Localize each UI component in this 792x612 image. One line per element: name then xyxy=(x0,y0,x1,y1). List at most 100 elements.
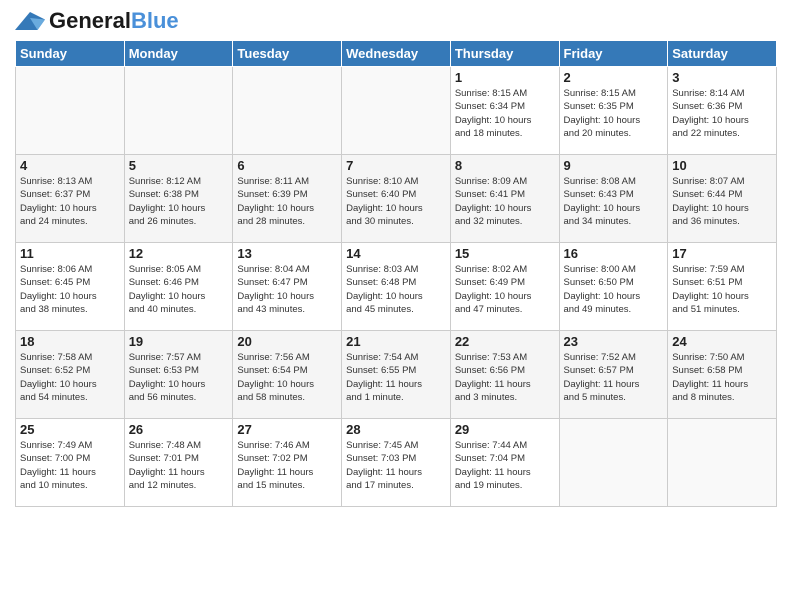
calendar-cell: 27 Sunrise: 7:46 AMSunset: 7:02 PMDayligh… xyxy=(233,419,342,507)
day-info: Sunrise: 7:57 AMSunset: 6:53 PMDaylight:… xyxy=(129,351,229,404)
day-info: Sunrise: 7:54 AMSunset: 6:55 PMDaylight:… xyxy=(346,351,446,404)
day-info: Sunrise: 7:56 AMSunset: 6:54 PMDaylight:… xyxy=(237,351,337,404)
day-number: 11 xyxy=(20,246,120,261)
day-number: 5 xyxy=(129,158,229,173)
day-number: 24 xyxy=(672,334,772,349)
logo-icon xyxy=(15,12,45,30)
calendar-cell: 5 Sunrise: 8:12 AMSunset: 6:38 PMDaylight… xyxy=(124,155,233,243)
calendar-cell: 6 Sunrise: 8:11 AMSunset: 6:39 PMDaylight… xyxy=(233,155,342,243)
day-number: 26 xyxy=(129,422,229,437)
day-info: Sunrise: 7:50 AMSunset: 6:58 PMDaylight:… xyxy=(672,351,772,404)
calendar-cell: 9 Sunrise: 8:08 AMSunset: 6:43 PMDaylight… xyxy=(559,155,668,243)
calendar-cell: 7 Sunrise: 8:10 AMSunset: 6:40 PMDaylight… xyxy=(342,155,451,243)
day-info: Sunrise: 8:06 AMSunset: 6:45 PMDaylight:… xyxy=(20,263,120,316)
calendar-cell: 19 Sunrise: 7:57 AMSunset: 6:53 PMDayligh… xyxy=(124,331,233,419)
weekday-header-row: SundayMondayTuesdayWednesdayThursdayFrid… xyxy=(16,41,777,67)
day-number: 2 xyxy=(564,70,664,85)
calendar-cell: 20Sunrise: 7:56 AMSunset: 6:54 PMDayligh… xyxy=(233,331,342,419)
day-number: 21 xyxy=(346,334,446,349)
day-info: Sunrise: 7:45 AMSunset: 7:03 PMDaylight:… xyxy=(346,439,446,492)
calendar-cell: 11 Sunrise: 8:06 AMSunset: 6:45 PMDayligh… xyxy=(16,243,125,331)
logo-blue: Blue xyxy=(131,8,179,33)
day-info: Sunrise: 8:09 AMSunset: 6:41 PMDaylight:… xyxy=(455,175,555,228)
calendar-cell xyxy=(124,67,233,155)
weekday-header-saturday: Saturday xyxy=(668,41,777,67)
calendar-cell: 16 Sunrise: 8:00 AMSunset: 6:50 PMDayligh… xyxy=(559,243,668,331)
calendar-cell: 10 Sunrise: 8:07 AMSunset: 6:44 PMDayligh… xyxy=(668,155,777,243)
day-number: 17 xyxy=(672,246,772,261)
day-number: 7 xyxy=(346,158,446,173)
day-info: Sunrise: 8:02 AMSunset: 6:49 PMDaylight:… xyxy=(455,263,555,316)
day-info: Sunrise: 7:59 AMSunset: 6:51 PMDaylight:… xyxy=(672,263,772,316)
calendar-cell xyxy=(668,419,777,507)
day-number: 29 xyxy=(455,422,555,437)
calendar-cell: 24 Sunrise: 7:50 AMSunset: 6:58 PMDayligh… xyxy=(668,331,777,419)
day-info: Sunrise: 8:15 AMSunset: 6:34 PMDaylight:… xyxy=(455,87,555,140)
day-number: 10 xyxy=(672,158,772,173)
calendar-cell: 4Sunrise: 8:13 AMSunset: 6:37 PMDaylight… xyxy=(16,155,125,243)
calendar-cell: 12 Sunrise: 8:05 AMSunset: 6:46 PMDayligh… xyxy=(124,243,233,331)
weekday-header-sunday: Sunday xyxy=(16,41,125,67)
week-row-1: 1 Sunrise: 8:15 AMSunset: 6:34 PMDaylight… xyxy=(16,67,777,155)
calendar-cell: 29Sunrise: 7:44 AMSunset: 7:04 PMDayligh… xyxy=(450,419,559,507)
calendar-cell: 17 Sunrise: 7:59 AMSunset: 6:51 PMDayligh… xyxy=(668,243,777,331)
header: GeneralBlue xyxy=(15,10,777,32)
day-number: 15 xyxy=(455,246,555,261)
day-number: 9 xyxy=(564,158,664,173)
week-row-5: 25Sunrise: 7:49 AMSunset: 7:00 PMDayligh… xyxy=(16,419,777,507)
calendar-cell: 22 Sunrise: 7:53 AMSunset: 6:56 PMDayligh… xyxy=(450,331,559,419)
day-number: 23 xyxy=(564,334,664,349)
logo-text: GeneralBlue xyxy=(49,10,179,32)
day-number: 18 xyxy=(20,334,120,349)
calendar-cell xyxy=(342,67,451,155)
day-number: 6 xyxy=(237,158,337,173)
calendar-cell: 14Sunrise: 8:03 AMSunset: 6:48 PMDayligh… xyxy=(342,243,451,331)
weekday-header-wednesday: Wednesday xyxy=(342,41,451,67)
calendar-cell: 26 Sunrise: 7:48 AMSunset: 7:01 PMDayligh… xyxy=(124,419,233,507)
day-number: 28 xyxy=(346,422,446,437)
day-number: 13 xyxy=(237,246,337,261)
week-row-2: 4Sunrise: 8:13 AMSunset: 6:37 PMDaylight… xyxy=(16,155,777,243)
day-number: 4 xyxy=(20,158,120,173)
day-number: 14 xyxy=(346,246,446,261)
day-info: Sunrise: 8:10 AMSunset: 6:40 PMDaylight:… xyxy=(346,175,446,228)
week-row-4: 18Sunrise: 7:58 AMSunset: 6:52 PMDayligh… xyxy=(16,331,777,419)
day-info: Sunrise: 7:49 AMSunset: 7:00 PMDaylight:… xyxy=(20,439,120,492)
day-info: Sunrise: 8:14 AMSunset: 6:36 PMDaylight:… xyxy=(672,87,772,140)
day-number: 27 xyxy=(237,422,337,437)
week-row-3: 11 Sunrise: 8:06 AMSunset: 6:45 PMDayligh… xyxy=(16,243,777,331)
calendar-cell: 28 Sunrise: 7:45 AMSunset: 7:03 PMDayligh… xyxy=(342,419,451,507)
calendar-cell: 18Sunrise: 7:58 AMSunset: 6:52 PMDayligh… xyxy=(16,331,125,419)
calendar-cell: 21 Sunrise: 7:54 AMSunset: 6:55 PMDayligh… xyxy=(342,331,451,419)
weekday-header-friday: Friday xyxy=(559,41,668,67)
day-info: Sunrise: 7:53 AMSunset: 6:56 PMDaylight:… xyxy=(455,351,555,404)
calendar-cell: 13Sunrise: 8:04 AMSunset: 6:47 PMDayligh… xyxy=(233,243,342,331)
calendar-cell xyxy=(16,67,125,155)
day-number: 12 xyxy=(129,246,229,261)
day-number: 1 xyxy=(455,70,555,85)
day-info: Sunrise: 8:12 AMSunset: 6:38 PMDaylight:… xyxy=(129,175,229,228)
logo: GeneralBlue xyxy=(15,10,179,32)
calendar-cell: 1 Sunrise: 8:15 AMSunset: 6:34 PMDaylight… xyxy=(450,67,559,155)
day-number: 16 xyxy=(564,246,664,261)
day-info: Sunrise: 8:07 AMSunset: 6:44 PMDaylight:… xyxy=(672,175,772,228)
day-number: 3 xyxy=(672,70,772,85)
day-number: 22 xyxy=(455,334,555,349)
logo-general: General xyxy=(49,8,131,33)
day-info: Sunrise: 8:11 AMSunset: 6:39 PMDaylight:… xyxy=(237,175,337,228)
weekday-header-monday: Monday xyxy=(124,41,233,67)
calendar-cell: 8 Sunrise: 8:09 AMSunset: 6:41 PMDaylight… xyxy=(450,155,559,243)
day-info: Sunrise: 7:48 AMSunset: 7:01 PMDaylight:… xyxy=(129,439,229,492)
day-info: Sunrise: 8:00 AMSunset: 6:50 PMDaylight:… xyxy=(564,263,664,316)
day-info: Sunrise: 8:08 AMSunset: 6:43 PMDaylight:… xyxy=(564,175,664,228)
day-info: Sunrise: 7:46 AMSunset: 7:02 PMDaylight:… xyxy=(237,439,337,492)
day-info: Sunrise: 8:05 AMSunset: 6:46 PMDaylight:… xyxy=(129,263,229,316)
calendar-cell: 25Sunrise: 7:49 AMSunset: 7:00 PMDayligh… xyxy=(16,419,125,507)
page-container: GeneralBlue SundayMondayTuesdayWednesday… xyxy=(0,0,792,612)
calendar-cell xyxy=(559,419,668,507)
weekday-header-tuesday: Tuesday xyxy=(233,41,342,67)
calendar-cell: 23Sunrise: 7:52 AMSunset: 6:57 PMDayligh… xyxy=(559,331,668,419)
day-number: 19 xyxy=(129,334,229,349)
weekday-header-thursday: Thursday xyxy=(450,41,559,67)
day-number: 8 xyxy=(455,158,555,173)
